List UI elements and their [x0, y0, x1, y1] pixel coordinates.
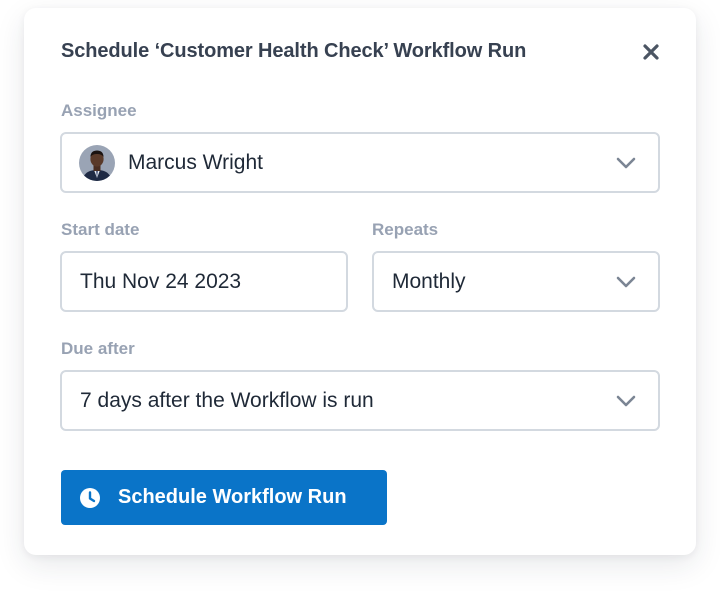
repeats-value: Monthly [392, 269, 466, 293]
assignee-label: Assignee [61, 101, 137, 120]
due-after-label: Due after [61, 339, 135, 358]
repeats-label: Repeats [372, 220, 439, 239]
repeats-select[interactable]: Monthly [372, 251, 660, 312]
schedule-workflow-run-button[interactable]: Schedule Workflow Run [61, 470, 387, 525]
clock-icon [80, 487, 100, 508]
schedule-button-label: Schedule Workflow Run [118, 486, 347, 508]
start-date-field[interactable]: Thu Nov 24 2023 [60, 251, 348, 312]
chevron-down-icon [616, 157, 636, 168]
chevron-down-icon [616, 395, 636, 406]
assignee-select[interactable]: Marcus Wright [60, 132, 660, 193]
due-after-value: 7 days after the Workflow is run [80, 388, 374, 412]
due-after-select[interactable]: 7 days after the Workflow is run [60, 370, 660, 431]
avatar [79, 144, 115, 181]
assignee-value: Marcus Wright [128, 150, 263, 174]
start-date-value: Thu Nov 24 2023 [80, 269, 242, 293]
dialog-title: Schedule ‘Customer Health Check’ Workflo… [61, 40, 527, 62]
close-icon[interactable] [640, 41, 662, 63]
chevron-down-icon [616, 276, 636, 287]
start-date-label: Start date [61, 220, 140, 239]
